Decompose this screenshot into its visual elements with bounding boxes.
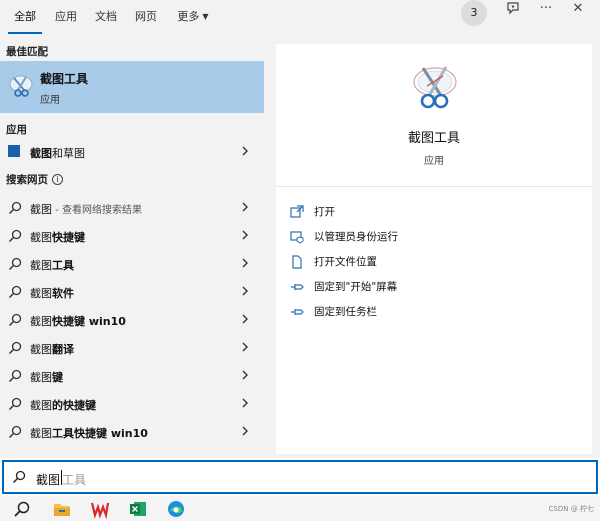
pin-taskbar-icon <box>291 309 304 315</box>
chevron-down-icon: ▼ <box>202 12 209 21</box>
search-icon <box>8 313 22 327</box>
search-autocomplete: 工具 <box>62 473 87 487</box>
action-open-label: 打开 <box>314 206 335 218</box>
info-icon: i <box>52 174 63 185</box>
detail-card: 截图工具 应用 打开 以管理员身份运行 打开文件位置 固定到"开始"屏幕 固定到… <box>276 44 592 454</box>
divider <box>276 186 592 187</box>
chevron-right-icon[interactable] <box>240 284 250 298</box>
snipping-tool-icon <box>9 75 33 97</box>
search-icon <box>8 341 22 355</box>
web-result-label: 截图软件 <box>30 287 74 300</box>
search-tabs-bar: 全部 应用 文档 网页 更多 ▼ 3 ··· ✕ <box>0 0 600 34</box>
excel-icon[interactable] <box>128 499 148 519</box>
action-pin-to-start-label: 固定到"开始"屏幕 <box>314 281 398 293</box>
snipping-tool-large-icon <box>413 66 457 109</box>
web-result-item[interactable]: 截图软件 <box>0 278 264 306</box>
action-open[interactable]: 打开 <box>290 202 410 222</box>
best-match-item[interactable]: 截图工具 应用 <box>0 61 264 113</box>
file-explorer-icon[interactable] <box>52 499 72 519</box>
web-result-label: 截图工具快捷键 win10 <box>30 427 148 440</box>
action-pin-to-taskbar[interactable]: 固定到任务栏 <box>290 302 430 322</box>
web-result-item[interactable]: 截图快捷键 <box>0 222 264 250</box>
web-result-item[interactable]: 截图 - 查看网络搜索结果 <box>0 194 264 222</box>
search-icon <box>8 369 22 383</box>
search-box[interactable]: 截图 工具 <box>2 460 598 494</box>
search-icon[interactable] <box>12 499 32 519</box>
section-web: 搜索网页 i <box>6 172 63 187</box>
run-as-admin-icon <box>290 231 304 244</box>
chevron-right-icon[interactable] <box>240 312 250 326</box>
search-input-text: 截图 <box>36 473 61 487</box>
web-result-label: 截图的快捷键 <box>30 399 96 412</box>
file-location-icon <box>292 255 302 269</box>
search-icon <box>8 229 22 243</box>
action-run-as-admin-label: 以管理员身份运行 <box>314 231 398 243</box>
best-match-subtitle: 应用 <box>40 95 60 106</box>
web-result-label: 截图快捷键 win10 <box>30 315 126 328</box>
web-result-item[interactable]: 截图的快捷键 <box>0 390 264 418</box>
section-apps: 应用 <box>6 124 27 136</box>
search-icon <box>8 425 22 439</box>
chevron-right-icon[interactable] <box>240 424 250 438</box>
edge-icon[interactable] <box>166 499 186 519</box>
taskbar: CSDN @ 柠七 <box>0 496 600 521</box>
tab-documents[interactable]: 文档 <box>90 0 122 34</box>
app-result-item[interactable]: 截图和草图 <box>0 138 264 166</box>
open-icon <box>290 205 304 218</box>
action-open-file-location-label: 打开文件位置 <box>314 256 377 268</box>
tab-more-label: 更多 <box>177 10 200 23</box>
detail-panel: 截图工具 应用 打开 以管理员身份运行 打开文件位置 固定到"开始"屏幕 固定到… <box>266 34 600 458</box>
action-pin-to-start[interactable]: 固定到"开始"屏幕 <box>290 277 450 297</box>
search-icon <box>8 397 22 411</box>
web-result-label: 截图 - 查看网络搜索结果 <box>30 203 142 216</box>
web-result-label: 截图快捷键 <box>30 231 85 244</box>
watermark: CSDN @ 柠七 <box>548 505 594 513</box>
more-icon[interactable]: ··· <box>536 0 556 20</box>
tab-apps[interactable]: 应用 <box>50 0 82 34</box>
section-best-match: 最佳匹配 <box>6 46 48 58</box>
close-icon[interactable]: ✕ <box>568 0 588 20</box>
detail-subtitle: 应用 <box>424 156 444 167</box>
results-panel: 最佳匹配 截图工具 应用 应用 截图和草图 搜索网页 i 截图 - 查看网络搜索结… <box>0 34 266 458</box>
action-pin-to-taskbar-label: 固定到任务栏 <box>314 306 377 318</box>
chevron-right-icon[interactable] <box>240 256 250 270</box>
chevron-right-icon[interactable] <box>240 368 250 382</box>
feedback-icon[interactable] <box>503 0 523 20</box>
snip-sketch-icon <box>8 145 20 157</box>
web-result-label: 截图键 <box>30 371 63 384</box>
app-result-label: 截图和草图 <box>30 147 85 160</box>
pin-start-icon <box>291 284 304 290</box>
tab-all[interactable]: 全部 <box>8 0 42 34</box>
web-result-item[interactable]: 截图翻译 <box>0 334 264 362</box>
search-icon <box>8 257 22 271</box>
search-icon <box>12 470 26 484</box>
chevron-right-icon[interactable] <box>240 200 250 214</box>
chevron-right-icon[interactable] <box>240 340 250 354</box>
search-icon <box>8 285 22 299</box>
web-result-label: 截图翻译 <box>30 343 74 356</box>
chevron-right-icon[interactable] <box>240 228 250 242</box>
web-result-item[interactable]: 截图键 <box>0 362 264 390</box>
action-run-as-admin[interactable]: 以管理员身份运行 <box>290 227 450 247</box>
web-result-item[interactable]: 截图快捷键 win10 <box>0 306 264 334</box>
web-result-item[interactable]: 截图工具快捷键 win10 <box>0 418 264 446</box>
detail-title: 截图工具 <box>407 131 460 146</box>
wps-icon[interactable] <box>90 499 110 519</box>
tab-more[interactable]: 更多 ▼ <box>172 0 214 34</box>
chevron-right-icon[interactable] <box>240 396 250 410</box>
best-match-title: 截图工具 <box>40 72 89 86</box>
chevron-right-icon[interactable] <box>240 144 250 158</box>
rewards-badge[interactable]: 3 <box>461 0 487 26</box>
web-result-label: 截图工具 <box>30 259 74 272</box>
tab-web[interactable]: 网页 <box>130 0 162 34</box>
web-result-item[interactable]: 截图工具 <box>0 250 264 278</box>
action-open-file-location[interactable]: 打开文件位置 <box>290 252 430 272</box>
search-icon <box>8 201 22 215</box>
